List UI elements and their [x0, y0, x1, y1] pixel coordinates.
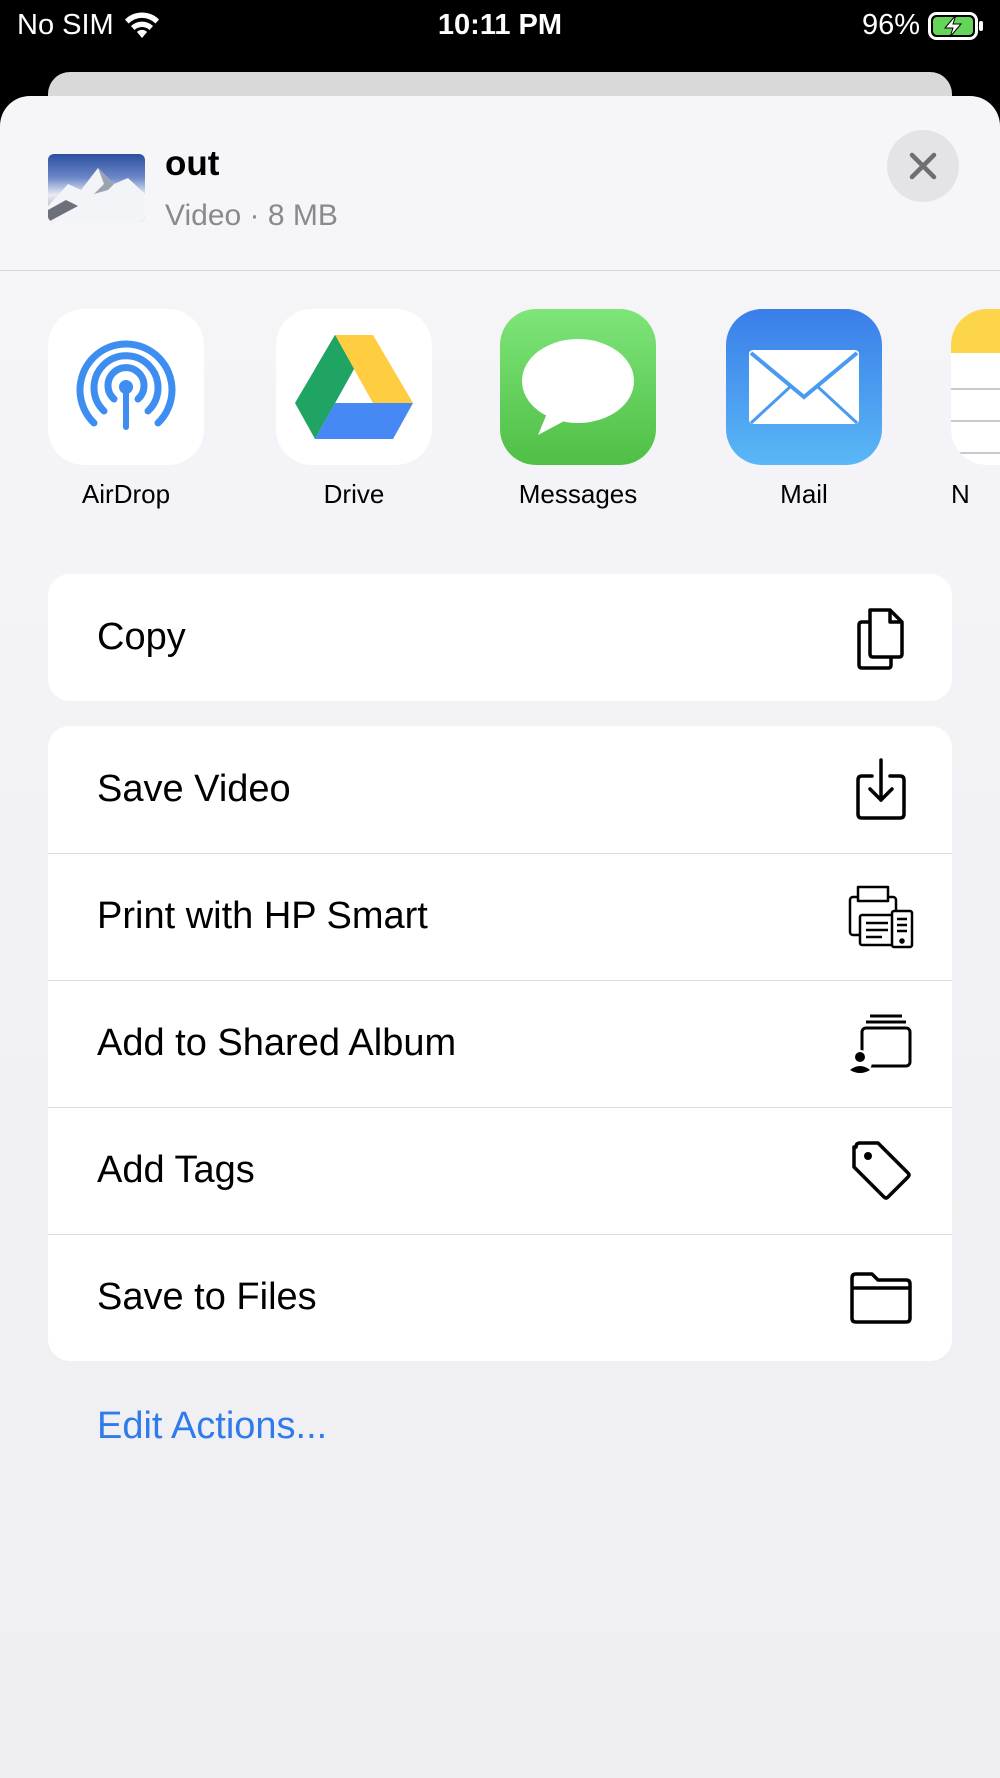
battery-charging-icon: [928, 11, 983, 40]
action-label: Save Video: [97, 768, 291, 810]
folder-icon: [850, 1272, 912, 1324]
close-button[interactable]: [887, 130, 959, 202]
file-title: out: [165, 144, 220, 183]
app-airdrop[interactable]: AirDrop: [48, 309, 204, 510]
action-label: Save to Files: [97, 1276, 317, 1318]
file-meta: Video · 8 MB: [165, 199, 338, 232]
app-label: N: [951, 479, 970, 509]
action-save-to-files[interactable]: Save to Files: [48, 1234, 952, 1361]
close-icon: [909, 152, 937, 180]
download-icon: [856, 758, 906, 820]
app-messages[interactable]: Messages: [500, 309, 656, 510]
edit-actions-link[interactable]: Edit Actions...: [97, 1405, 327, 1448]
action-add-tags[interactable]: Add Tags: [48, 1107, 952, 1234]
app-drive[interactable]: Drive: [276, 309, 432, 510]
printer-icon: [848, 885, 914, 949]
battery-percent: 96%: [861, 9, 920, 41]
status-bar: No SIM 10:11 PM 96%: [0, 0, 1000, 60]
action-print-hp-smart[interactable]: Print with HP Smart: [48, 853, 952, 980]
notes-icon: [951, 309, 1000, 465]
status-time: 10:11 PM: [437, 9, 563, 41]
mail-icon: [726, 309, 882, 465]
action-add-shared-album[interactable]: Add to Shared Album: [48, 980, 952, 1107]
action-save-video[interactable]: Save Video: [48, 726, 952, 853]
action-label: Copy: [97, 616, 186, 658]
app-label: AirDrop: [81, 479, 171, 509]
app-label: Messages: [518, 479, 638, 509]
app-mail[interactable]: Mail: [726, 309, 882, 510]
share-header: out Video · 8 MB: [0, 96, 1000, 271]
google-drive-icon: [276, 309, 432, 465]
app-label: Mail: [780, 479, 828, 509]
action-label: Add Tags: [97, 1149, 255, 1191]
video-thumbnail: [48, 154, 145, 222]
action-label: Print with HP Smart: [97, 895, 428, 937]
action-group-primary: Copy: [48, 574, 952, 701]
app-share-row[interactable]: AirDrop Drive Messages Mail N: [0, 309, 1000, 539]
tag-icon: [852, 1141, 911, 1200]
action-group-secondary: Save Video Print with HP Smart Add to Sh…: [48, 726, 952, 1361]
action-copy[interactable]: Copy: [48, 574, 952, 701]
airdrop-icon: [48, 309, 204, 465]
shared-album-icon: [848, 1014, 912, 1074]
app-label: Drive: [323, 479, 385, 509]
messages-icon: [500, 309, 656, 465]
status-right: 96%: [862, 9, 984, 42]
copy-icon: [857, 608, 904, 670]
action-label: Add to Shared Album: [97, 1022, 457, 1064]
app-notes[interactable]: N: [951, 309, 1000, 510]
share-sheet: out Video · 8 MB AirDrop Drive Messages …: [0, 96, 1000, 1778]
header-divider: [0, 270, 1000, 271]
